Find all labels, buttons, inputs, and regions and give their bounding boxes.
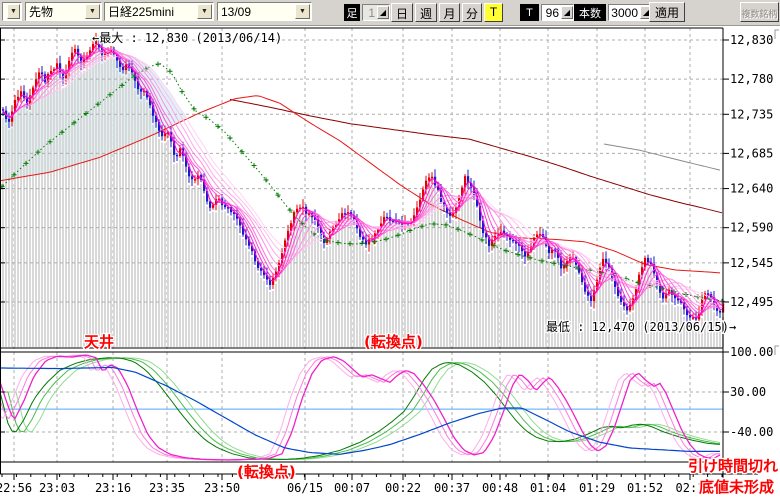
time-axis-label: 23:16 [95,481,131,495]
daily-button[interactable]: 日 [391,3,413,22]
time-axis-label: 01:52 [627,481,663,495]
price-axis-label: 12,685 [730,146,773,160]
chevron-down-icon[interactable]: ▼ [85,4,100,19]
signal-annotation: 引け時間切れ [688,457,778,475]
time-axis-label: 23:35 [149,481,185,495]
time-axis-label: 23:50 [204,481,240,495]
oscillator-axis-label: -40.00 [730,425,773,439]
time-axis-label: 23:03 [39,481,75,495]
minute-button[interactable]: 分 [462,3,482,22]
chevron-down-icon[interactable]: ▼ [295,4,310,19]
market-select[interactable]: 先物 ▼ [25,2,102,21]
spinner-icon[interactable]: ◢ [561,6,573,19]
time-axis-label: 00:07 [334,481,370,495]
chart-window: 12,830 12,780 12,735 12,685 12,640 12,590 12,5… [0,0,780,500]
chevron-down-icon[interactable]: ▼ [7,4,20,19]
tick-button-active[interactable]: T [484,3,503,22]
oscillator-axis-label: 30.00 [730,385,766,399]
multi-symbol-button-disabled: 複数銘柄 [740,2,779,22]
price-axis-label: 12,495 [730,295,773,309]
interval-spinner[interactable]: 1 ◢ [362,4,390,21]
apply-button[interactable]: 適用 [649,2,685,22]
signal-annotation: 天井 [84,333,114,351]
price-axis-label: 12,590 [730,221,773,235]
monthly-button[interactable]: 月 [439,3,460,22]
time-axis-label: 22:56 [0,481,32,495]
time-axis-label: 06/15 [287,481,323,495]
contract-month-value: 13/09 [218,5,294,19]
tick-value: 96 [542,6,561,20]
oscillator-lines [0,355,723,460]
symbol-select[interactable]: 日経225mini ▼ [104,2,214,21]
signal-annotation: (転換点) [364,333,423,351]
bar-stripes [3,53,723,347]
contract-month-select[interactable]: 13/09 ▼ [217,2,312,21]
time-axis-label: 00:22 [385,481,421,495]
toolbar: ▼ 先物 ▼ 日経225mini ▼ 13/09 ▼ 足 1 ◢ 日 週 月 分… [0,0,780,26]
bar-count-value: 3000 [609,6,640,20]
market-select-value: 先物 [26,3,84,20]
bar-count-label: 本数 [574,4,606,21]
chart-area[interactable]: 12,830 12,780 12,735 12,685 12,640 12,590 12,5… [0,0,780,500]
price-axis-label: 12,830 [730,33,773,47]
price-axis-label: 12,545 [730,256,773,270]
interval-value: 1 [363,6,377,20]
time-axis-label: 01:04 [530,481,566,495]
chevron-down-icon[interactable]: ▼ [197,4,212,19]
time-axis-label: 00:37 [434,481,470,495]
bar-type-label: 足 [344,4,360,21]
tick-value-spinner[interactable]: 96 ◢ [541,4,574,21]
signal-annotation: 底値未形成 [699,478,774,496]
bar-count-spinner[interactable]: 3000 ◢ [608,4,653,21]
tick-setting-label: T [520,4,539,21]
extreme-annotation: 最低 : 12,470 (2013/06/15)→ [546,320,736,334]
extreme-annotation: ←最大 : 12,830 (2013/06/14) [92,31,282,45]
time-axis-label: 00:48 [482,481,518,495]
symbol-select-value: 日経225mini [105,3,196,20]
price-axis-label: 12,735 [730,107,773,121]
oscillator-axis-label: 100.00 [730,345,773,359]
price-axis-label: 12,780 [730,72,773,86]
history-select[interactable]: ▼ [2,2,22,21]
signal-annotation: (転換点) [237,463,296,481]
time-axis-label: 01:29 [579,481,615,495]
price-axis-label: 12,640 [730,182,773,196]
weekly-button[interactable]: 週 [415,3,437,22]
spinner-icon[interactable]: ◢ [377,6,389,19]
